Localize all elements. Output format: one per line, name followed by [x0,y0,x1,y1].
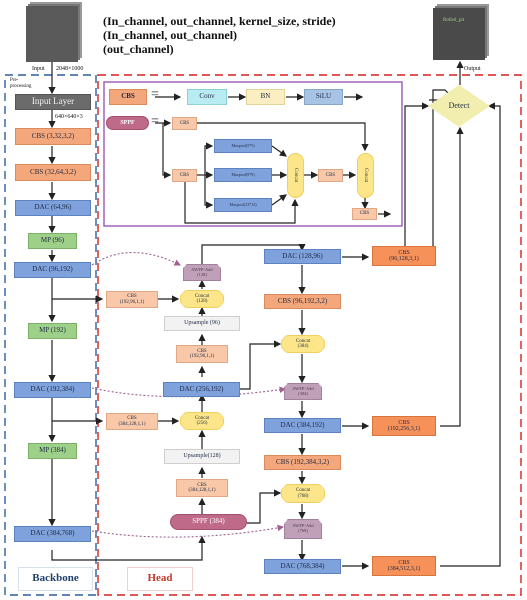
upsample-96: Upsample (96) [164,316,240,331]
output-thumb-text: Rolled_pit [443,18,465,23]
awfp-add-384: AWFP-Add (384) [284,383,322,400]
input-dims: 640×640×3 [55,114,83,120]
dac-192-384: DAC (192,384) [14,382,91,398]
cbs-def-equals: = [151,87,159,102]
cbs-384-128-b: CBS (384,128,1,1) [176,479,228,497]
cbs-384-512: CBS (384,512,3,1) [372,556,436,576]
upsample-128: Upsample(128) [164,449,240,464]
maxpool-9: Maxpool(9*9) [214,168,272,182]
silu-step: SiLU [304,89,343,105]
dac-256-192: DAC (256,192) [163,382,240,397]
mp-96: MP (96) [28,233,77,249]
cbs-96-192: CBS (96,192,3,2) [264,294,341,309]
sppf-def-name: SPPF [106,116,149,130]
sppf-cbs-mid: CBS [318,169,343,182]
sppf-concat-1: Concat [287,153,304,198]
sppf-concat-2: Concat [357,153,374,198]
input-image [26,6,78,62]
dac-768-384: DAC (768,384) [264,559,341,574]
input-layer: Input Layer [15,94,91,110]
cbs-192-96-a: CBS (192,96,1,1) [106,291,158,308]
cbs-96-128: CBS (96,128,3,1) [372,246,436,266]
cbs-192-96-b: CBS (192,96,1,1) [176,345,228,363]
mp-192: MP (192) [28,323,77,339]
concat-768: Concat (768) [281,484,325,503]
concat-256: Concat (256) [180,412,224,430]
dac-384-768: DAC (384,768) [14,526,91,542]
input-size: 2048×1000 [56,66,84,72]
legend-line-3: (out_channel) [103,42,174,56]
maxpool-13: Maxpool(13*13) [214,198,272,212]
legend-line-1: (In_channel, out_channel, kernel_size, s… [103,14,336,28]
dac-384-192: DAC (384,192) [264,418,341,433]
input-label: Input [32,66,45,72]
cbs-32-64: CBS (32,64,3,2) [15,164,91,181]
cbs-192-256: CBS (192,256,3,1) [372,416,436,436]
sppf-cbs-out: CBS [352,208,377,220]
cbs-3-32: CBS (3,32,3,2) [15,128,91,145]
output-image: Rolled_pit [433,8,485,60]
legend-line-2: (In_channel, out_channel) [103,28,238,42]
maxpool-5: Maxpool(5*5) [214,139,272,153]
awfp-add-128: AWFP-Add (128) [183,264,221,281]
cbs-192-384: CBS (192,384,3,2) [264,455,341,470]
concat-128: Concat (128) [180,290,224,308]
output-label: Output [464,66,481,72]
yolo-architecture-diagram: (In_channel, out_channel, kernel_size, s… [0,0,527,600]
head-label: Head [127,567,193,591]
bn-step: BN [246,89,285,105]
dac-128-96: DAC (128,96) [264,249,341,264]
sppf-cbs-top: CBS [172,117,197,130]
dac-64-96: DAC (64,96) [15,200,91,216]
awfp-add-768: AWFP-Add (768) [284,519,322,539]
backbone-label: Backbone [18,567,93,591]
preprocessing-label: Pre- processing [10,78,32,89]
conv-step: Conv [187,89,227,105]
dac-96-192: DAC (96,192) [14,262,91,278]
cbs-384-128-a: CBS (384,128,1,1) [106,413,158,430]
cbs-def-name: CBS [109,89,147,105]
concat-384: Concat (384) [281,335,325,353]
sppf-cbs-input: CBS [172,169,197,182]
mp-384: MP (384) [28,443,77,459]
sppf-384: SPPF (384) [170,514,247,530]
sppf-def-equals: = [151,114,159,129]
